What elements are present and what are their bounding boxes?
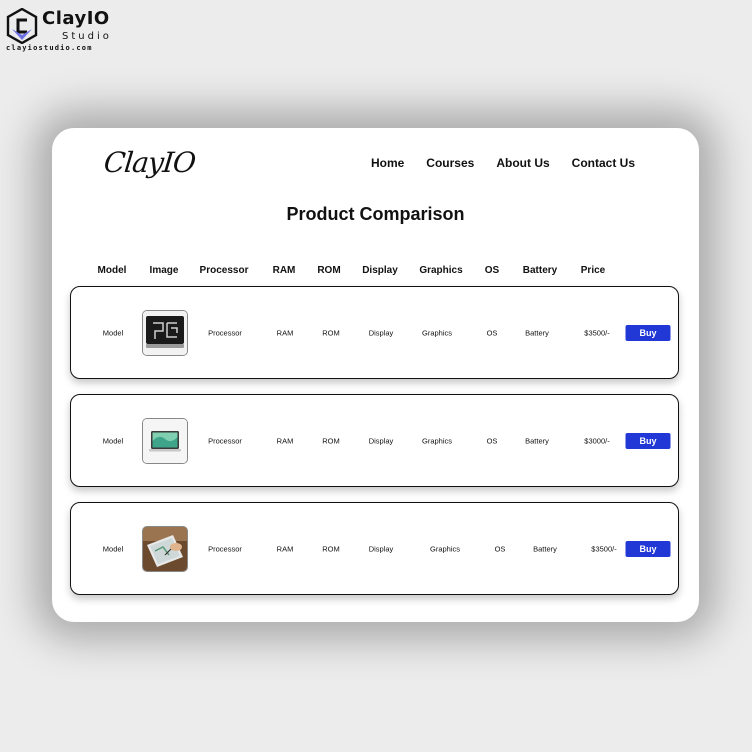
column-header-price: Price <box>580 265 606 276</box>
laptop-dark-icon <box>142 309 188 356</box>
column-header-processor: Processor <box>199 265 249 276</box>
column-header-battery: Battery <box>522 265 558 276</box>
clayio-logo-icon <box>6 8 38 44</box>
cell-graphics: Graphics <box>421 328 453 337</box>
cell-price: $3000/- <box>584 436 610 445</box>
site-logo[interactable]: ClayIO <box>102 146 196 179</box>
watermark-name: ClayIO <box>42 8 110 29</box>
cell-price: $3500/- <box>591 544 617 553</box>
buy-button[interactable]: Buy <box>625 540 671 557</box>
cell-model: Model <box>102 544 124 553</box>
cell-processor: Processor <box>208 544 242 553</box>
table-row: Model Processor RAM ROM Display Graphics… <box>70 394 679 487</box>
tablet-photo-icon <box>142 525 188 572</box>
cell-display: Display <box>368 436 394 445</box>
cell-os: OS <box>486 436 498 445</box>
cell-model: Model <box>102 328 124 337</box>
cell-display: Display <box>368 544 394 553</box>
laptop-green-icon <box>142 417 188 464</box>
page-title: Product Comparison <box>286 204 465 224</box>
cell-graphics: Graphics <box>421 436 453 445</box>
comparison-card: ClayIO Home Courses About Us Contact Us … <box>52 128 699 622</box>
column-header-graphics: Graphics <box>419 265 463 276</box>
cell-battery: Battery <box>525 436 549 445</box>
table-header: Model Image Processor RAM ROM Display Gr… <box>52 265 699 281</box>
cell-ram: RAM <box>276 544 294 553</box>
column-header-ram: RAM <box>272 265 296 276</box>
cell-price: $3500/- <box>584 328 610 337</box>
cell-ram: RAM <box>276 328 294 337</box>
column-header-os: OS <box>484 265 500 276</box>
nav-courses[interactable]: Courses <box>426 156 474 170</box>
cell-rom: ROM <box>322 436 340 445</box>
cell-processor: Processor <box>208 328 242 337</box>
cell-battery: Battery <box>533 544 557 553</box>
nav-contact-us[interactable]: Contact Us <box>572 156 635 170</box>
watermark-url: clayiostudio.com <box>6 44 93 52</box>
nav-home[interactable]: Home <box>371 156 404 170</box>
column-header-model: Model <box>97 265 127 276</box>
column-header-image: Image <box>149 265 179 276</box>
main-nav: Home Courses About Us Contact Us <box>371 156 635 170</box>
watermark-sub: Studio <box>62 31 112 42</box>
cell-battery: Battery <box>525 328 549 337</box>
cell-rom: ROM <box>322 328 340 337</box>
watermark-brand: ClayIO Studio clayiostudio.com <box>6 8 116 52</box>
table-row: Model Processor RAM ROM Display Graphics… <box>70 286 679 379</box>
nav-about-us[interactable]: About Us <box>496 156 549 170</box>
column-header-display: Display <box>362 265 398 276</box>
cell-processor: Processor <box>208 436 242 445</box>
buy-button[interactable]: Buy <box>625 324 671 341</box>
buy-button[interactable]: Buy <box>625 432 671 449</box>
cell-ram: RAM <box>276 436 294 445</box>
cell-graphics: Graphics <box>429 544 461 553</box>
column-header-rom: ROM <box>317 265 341 276</box>
cell-os: OS <box>486 328 498 337</box>
cell-os: OS <box>494 544 506 553</box>
cell-model: Model <box>102 436 124 445</box>
cell-display: Display <box>368 328 394 337</box>
cell-rom: ROM <box>322 544 340 553</box>
table-row: Model Processor RAM ROM Display Graphics… <box>70 502 679 595</box>
